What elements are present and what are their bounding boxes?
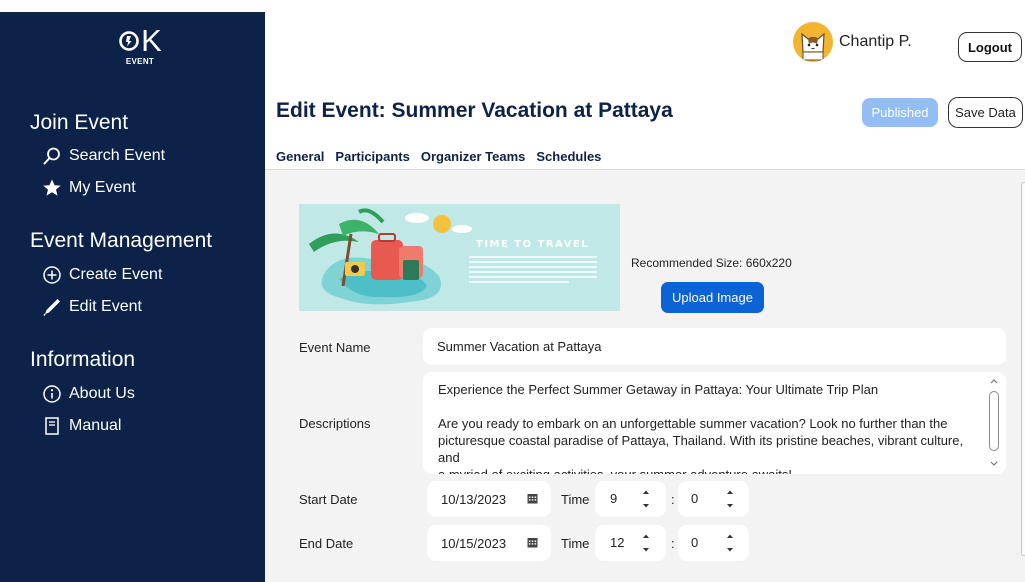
tab-participants[interactable]: Participants [335, 149, 409, 164]
sidebar-item-label: My Event [69, 179, 136, 196]
start-hour-value: 9 [610, 491, 618, 506]
end-date-picker[interactable]: 10/15/2023 [427, 525, 551, 561]
end-date-label: End Date [299, 536, 354, 551]
cat-avatar-icon [801, 32, 825, 61]
info-circle-icon [43, 385, 61, 403]
logo-subtitle: EVENT [125, 57, 155, 66]
page-scrollbar[interactable] [1021, 182, 1025, 556]
start-date-picker[interactable]: 10/13/2023 [427, 481, 551, 517]
start-hour-spinner[interactable]: 9 [595, 481, 666, 517]
banner-title: TIME TO TRAVEL [476, 239, 590, 250]
sidebar-item-label: About Us [69, 385, 135, 402]
event-name-input[interactable]: Summer Vacation at Pattaya [423, 328, 1006, 365]
calendar-icon[interactable] [527, 493, 538, 504]
end-hour-spinner[interactable]: 12 [595, 525, 666, 561]
sidebar: K EVENT Join Event Search Event My Event… [0, 12, 265, 582]
logo-ring-icon [119, 31, 139, 51]
document-icon [45, 417, 59, 435]
app-logo[interactable]: K EVENT [110, 23, 170, 66]
description-line: Experience the Perfect Summer Getaway in… [438, 382, 879, 397]
start-time-separator: : [671, 492, 675, 507]
avatar [793, 22, 833, 62]
star-icon [43, 179, 61, 196]
description-line: Are you ready to embark on an unforgetta… [438, 416, 948, 431]
section-title-join-event: Join Event [30, 111, 129, 134]
sidebar-item-edit-event[interactable]: Edit Event [42, 296, 142, 318]
sidebar-item-about-us[interactable]: About Us [42, 383, 135, 405]
chevron-down-icon [990, 461, 998, 466]
user-profile[interactable]: Chantip P. [793, 22, 912, 62]
end-time-separator: : [671, 536, 675, 551]
sidebar-item-label: Edit Event [69, 298, 142, 315]
sidebar-item-create-event[interactable]: Create Event [42, 264, 162, 286]
description-line: picturesque coastal paradise of Pattaya,… [438, 433, 964, 465]
description-line: a myriad of exciting activities, your su… [438, 466, 976, 474]
end-minute-value: 0 [691, 535, 699, 550]
save-data-button[interactable]: Save Data [948, 97, 1023, 128]
sidebar-item-label: Create Event [69, 266, 163, 283]
start-time-label: Time [561, 492, 590, 507]
tab-organizer-teams[interactable]: Organizer Teams [421, 149, 526, 164]
chevron-up-icon [990, 379, 998, 384]
spinner-arrows-icon[interactable] [725, 531, 735, 555]
descriptions-textarea[interactable]: Experience the Perfect Summer Getaway in… [423, 372, 1006, 474]
textarea-scrollbar[interactable] [988, 377, 1000, 469]
page-title: Edit Event: Summer Vacation at Pattaya [276, 99, 673, 122]
logout-button[interactable]: Logout [958, 32, 1022, 62]
end-hour-value: 12 [610, 535, 625, 550]
start-date-value: 10/13/2023 [441, 491, 507, 507]
end-minute-spinner[interactable]: 0 [678, 525, 749, 561]
tab-schedules[interactable]: Schedules [536, 149, 601, 164]
pencil-icon [43, 299, 60, 316]
spinner-arrows-icon[interactable] [641, 487, 651, 511]
descriptions-label: Descriptions [299, 416, 371, 431]
user-name: Chantip P. [839, 33, 912, 50]
tab-bar: General Participants Organizer Teams Sch… [276, 149, 601, 164]
end-time-label: Time [561, 536, 590, 551]
sidebar-item-label: Search Event [69, 147, 166, 164]
event-banner-image: TIME TO TRAVEL [299, 204, 620, 311]
tab-general[interactable]: General [276, 149, 324, 164]
spinner-arrows-icon[interactable] [641, 531, 651, 555]
sidebar-item-manual[interactable]: Manual [42, 415, 121, 437]
calendar-icon[interactable] [527, 537, 538, 548]
textarea-scroll-thumb[interactable] [989, 391, 999, 451]
upload-image-button[interactable]: Upload Image [661, 282, 764, 313]
travel-illustration-icon [309, 208, 597, 305]
sidebar-item-my-event[interactable]: My Event [42, 177, 136, 199]
plus-circle-icon [43, 266, 61, 284]
start-minute-spinner[interactable]: 0 [678, 481, 749, 517]
end-date-value: 10/15/2023 [441, 535, 507, 551]
section-title-event-management: Event Management [30, 229, 213, 252]
sidebar-item-search-event[interactable]: Search Event [42, 145, 165, 167]
spinner-arrows-icon[interactable] [725, 487, 735, 511]
start-date-label: Start Date [299, 492, 358, 507]
logo-text: K [141, 23, 162, 58]
event-name-value: Summer Vacation at Pattaya [437, 339, 602, 354]
recommended-size-text: Recommended Size: 660x220 [631, 256, 792, 270]
sidebar-item-label: Manual [69, 417, 122, 434]
start-minute-value: 0 [691, 491, 699, 506]
event-name-label: Event Name [299, 340, 371, 355]
section-title-information: Information [30, 348, 136, 371]
published-button[interactable]: Published [862, 98, 938, 127]
search-icon [43, 147, 60, 165]
